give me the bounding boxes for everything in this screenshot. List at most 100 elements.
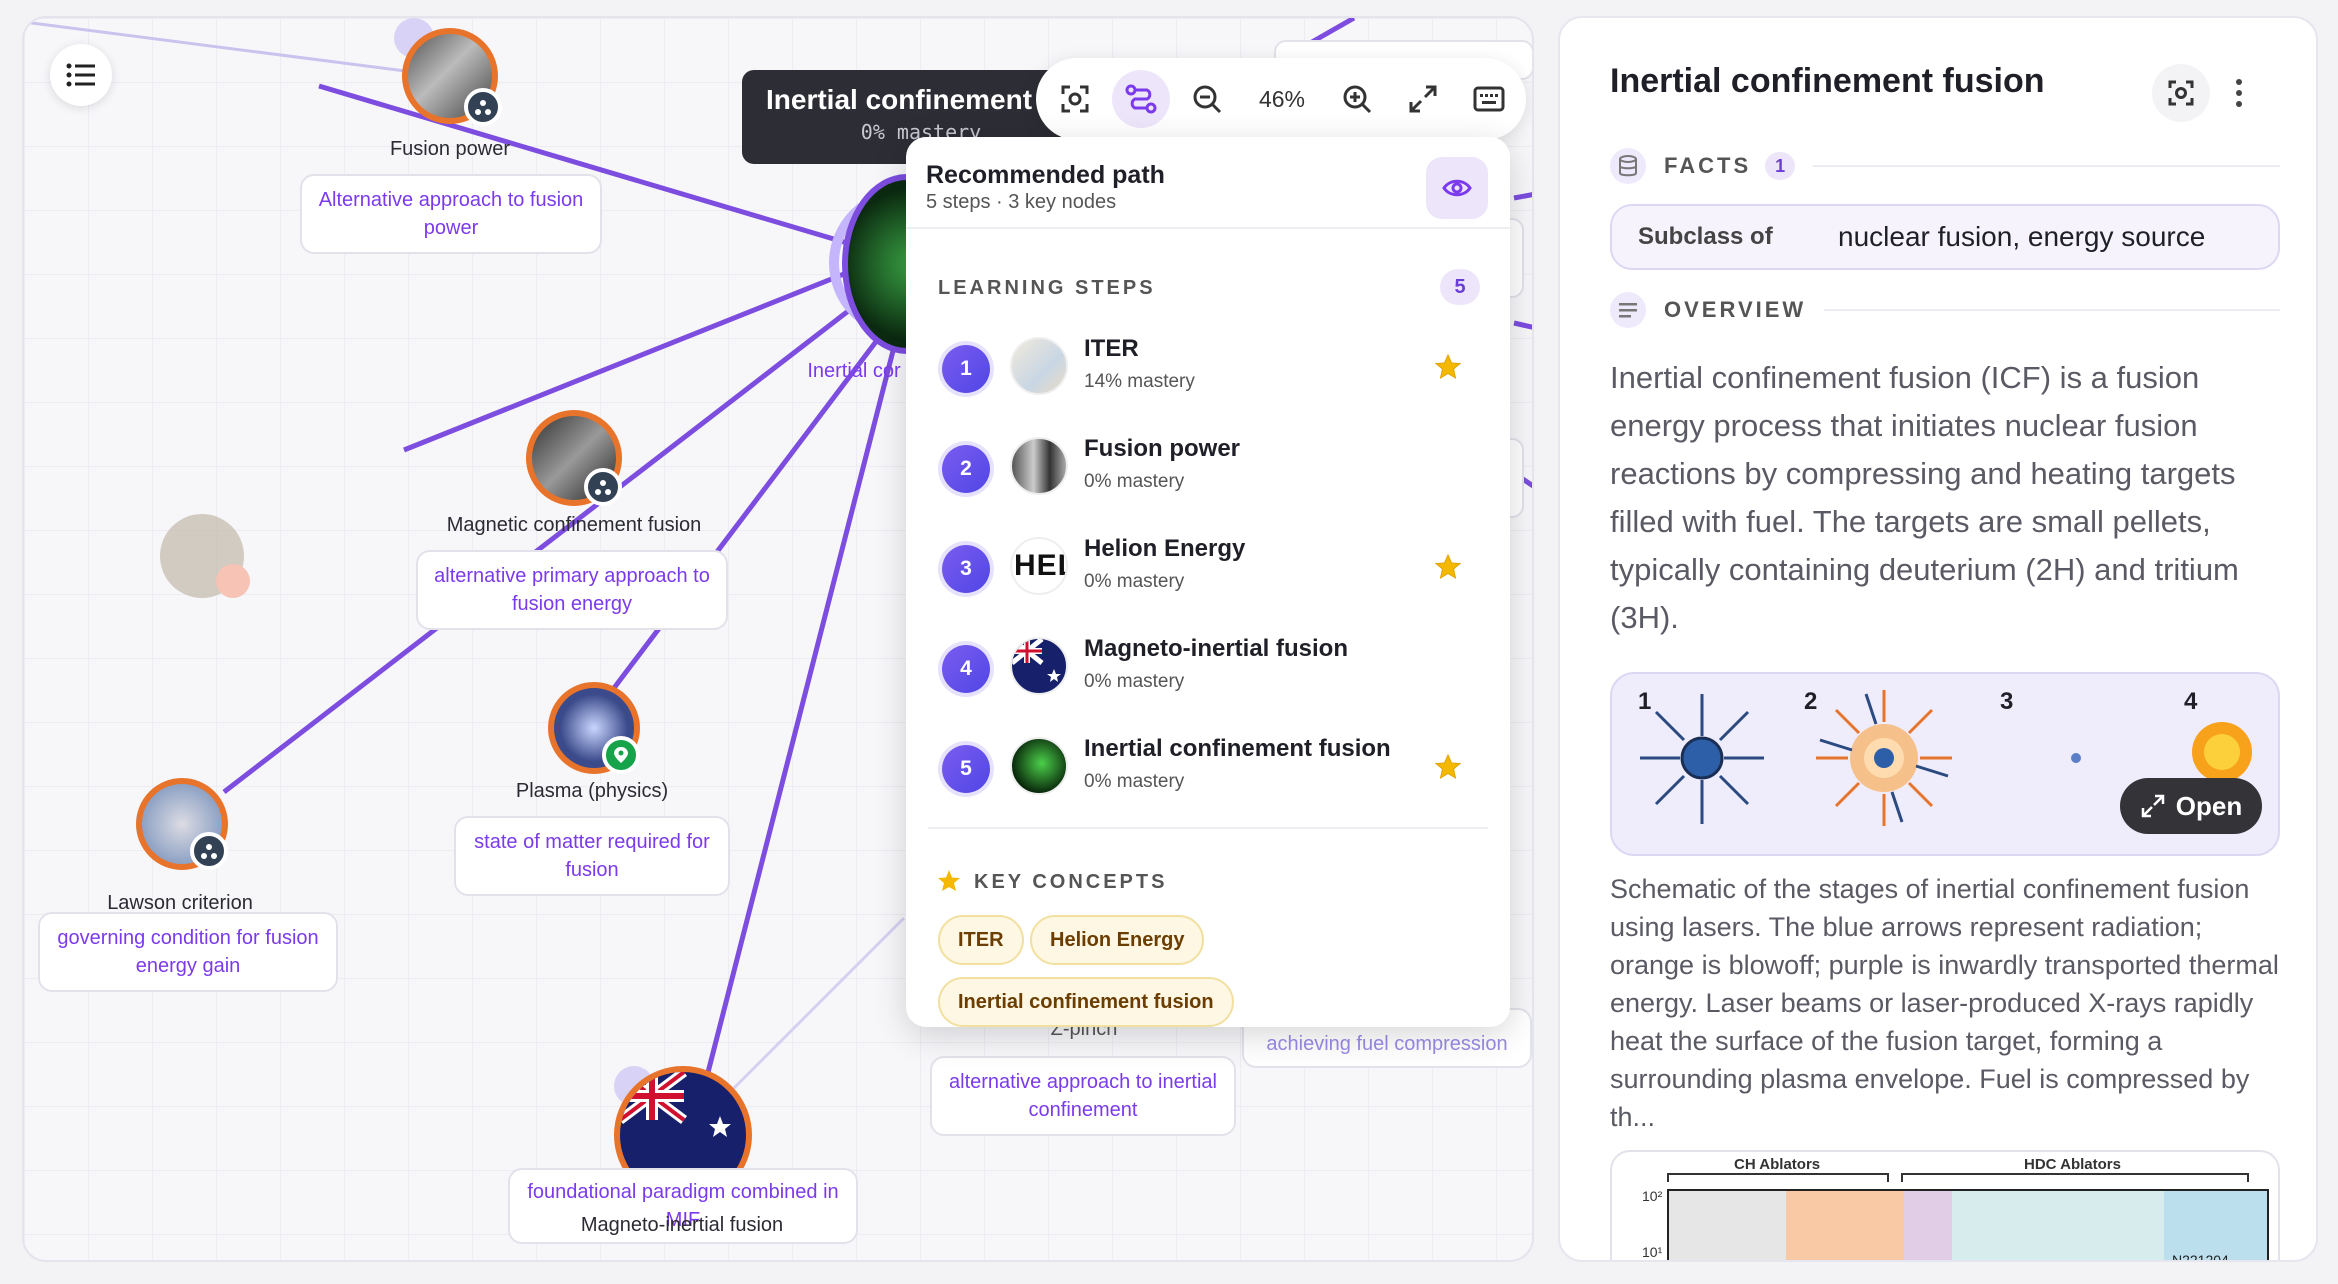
- step-name: Magneto-inertial fusion: [1084, 635, 1348, 662]
- path-button[interactable]: [1112, 70, 1170, 128]
- focus-icon: [1061, 85, 1089, 113]
- edge-label-magnetic[interactable]: alternative primary approach to fusion e…: [416, 550, 728, 630]
- node-label-center: Inertial cor: [807, 360, 901, 382]
- star-icon: [1434, 553, 1462, 580]
- step-name: Fusion power: [1084, 435, 1240, 462]
- facts-count: 1: [1765, 152, 1796, 180]
- concept-chip[interactable]: ITER: [938, 915, 1024, 965]
- step-mastery: 0% mastery: [1084, 471, 1185, 492]
- zoom-out-icon: [1193, 85, 1222, 114]
- step-thumbnail: [1010, 437, 1068, 495]
- hub-icon: [584, 468, 622, 506]
- chart-annotation: N221204: [2172, 1252, 2229, 1262]
- step-number: 5: [942, 745, 990, 793]
- focus-node-button[interactable]: [2152, 64, 2210, 122]
- edge-label-zpinch[interactable]: alternative approach to inertial confine…: [930, 1056, 1236, 1136]
- zoom-in-icon: [1343, 85, 1372, 114]
- ablator-chart: [1667, 1173, 2269, 1260]
- learning-step-5[interactable]: 5 Inertial confinement fusion 0% mastery: [942, 725, 1482, 815]
- zoom-level: 46%: [1258, 85, 1306, 112]
- australia-flag-icon: [1012, 639, 1061, 682]
- step-mastery: 14% mastery: [1084, 371, 1195, 392]
- detail-title: Inertial confinement fusion: [1610, 62, 2045, 100]
- fact-row[interactable]: Subclass of nuclear fusion, energy sourc…: [1610, 204, 2280, 270]
- knowledge-graph-canvas[interactable]: Fusion power Alternative approach to fus…: [22, 16, 1534, 1262]
- open-image-button[interactable]: Open: [2120, 778, 2262, 834]
- chart-image-card[interactable]: CH Ablators HDC Ablators 10² 10¹ N221204: [1610, 1150, 2280, 1262]
- step-mastery: 0% mastery: [1084, 571, 1185, 592]
- concept-chip[interactable]: Helion Energy: [1030, 915, 1205, 965]
- step-thumbnail: [1010, 637, 1068, 695]
- edge-label-fusion-power[interactable]: Alternative approach to fusion power: [300, 174, 602, 254]
- fact-value: nuclear fusion, energy source: [1838, 221, 2206, 252]
- fact-key: Subclass of: [1638, 223, 1773, 250]
- star-icon: [1434, 353, 1462, 380]
- graph-toolbar: 46%: [1036, 58, 1526, 140]
- step-name: ITER: [1084, 335, 1139, 362]
- facts-heading: FACTS: [1664, 153, 1752, 178]
- step-mastery: 0% mastery: [1084, 771, 1185, 792]
- divider: [928, 827, 1488, 829]
- edge-label-lawson[interactable]: governing condition for fusion energy ga…: [38, 912, 338, 992]
- eye-icon: [1442, 179, 1472, 197]
- detail-panel: Inertial confinement fusion FACTS 1 Subc…: [1558, 16, 2318, 1262]
- node-label-magneto: Magneto-inertial fusion: [580, 1214, 784, 1236]
- database-icon: [1610, 148, 1646, 184]
- node-label-magnetic: Magnetic confinement fusion: [446, 514, 702, 536]
- more-options-icon[interactable]: [2234, 78, 2244, 108]
- learning-step-3[interactable]: 3 HEL Helion Energy 0% mastery: [942, 525, 1482, 615]
- focus-icon: [2168, 80, 2194, 106]
- open-label: Open: [2175, 790, 2243, 821]
- star-icon: [1434, 753, 1462, 780]
- text-lines-icon: [1610, 292, 1646, 328]
- route-icon: [1125, 84, 1157, 114]
- facts-section-header: FACTS 1: [1610, 148, 2280, 184]
- learning-step-1[interactable]: 1 ITER 14% mastery: [942, 325, 1482, 415]
- list-icon: [66, 63, 95, 87]
- step-mastery: 0% mastery: [1084, 671, 1185, 692]
- learning-steps-count: 5: [1440, 269, 1480, 305]
- image-caption: Schematic of the stages of inertial conf…: [1610, 874, 2279, 1132]
- path-title: Recommended path: [926, 161, 1165, 189]
- step-number: 1: [942, 345, 990, 393]
- faded-node-badge: [216, 564, 250, 598]
- keyboard-shortcuts-button[interactable]: [1460, 70, 1518, 128]
- step-number: 4: [942, 645, 990, 693]
- toggle-path-visibility-button[interactable]: [1426, 157, 1488, 219]
- image-card[interactable]: 1 2 3 4 Open: [1610, 672, 2280, 856]
- overview-section-header: OVERVIEW: [1610, 292, 2280, 328]
- key-concepts-heading: KEY CONCEPTS: [974, 871, 1168, 893]
- divider: [1813, 165, 2280, 167]
- step-name: Inertial confinement fusion: [1084, 735, 1391, 762]
- zoom-out-button[interactable]: [1178, 70, 1236, 128]
- chart-ytick: 10²: [1642, 1188, 1663, 1204]
- list-menu-button[interactable]: [50, 44, 112, 106]
- learning-steps-heading: LEARNING STEPS: [938, 277, 1156, 299]
- location-icon: [602, 736, 640, 774]
- step-number: 3: [942, 545, 990, 593]
- path-panel-header: Recommended path 5 steps · 3 key nodes: [906, 137, 1510, 229]
- hub-icon: [190, 832, 228, 870]
- expand-icon: [1409, 85, 1437, 113]
- zoom-in-button[interactable]: [1328, 70, 1386, 128]
- hub-icon: [464, 88, 502, 126]
- step-thumbnail: [1010, 737, 1068, 795]
- step-name: Helion Energy: [1084, 535, 1246, 562]
- recommended-path-panel: Recommended path 5 steps · 3 key nodes L…: [906, 137, 1510, 1027]
- fullscreen-button[interactable]: [1394, 70, 1452, 128]
- concept-chip[interactable]: Inertial confinement fusion: [938, 977, 1234, 1027]
- learning-step-2[interactable]: 2 Fusion power 0% mastery: [942, 425, 1482, 515]
- overview-heading: OVERVIEW: [1664, 297, 1807, 322]
- overview-text: Inertial confinement fusion (ICF) is a f…: [1610, 360, 2239, 635]
- chart-ytick: 10¹: [1642, 1244, 1663, 1260]
- divider: [1824, 309, 2280, 311]
- node-label-plasma: Plasma (physics): [515, 780, 669, 802]
- edge-label-plasma[interactable]: state of matter required for fusion: [454, 816, 730, 896]
- star-icon: [938, 870, 960, 891]
- keyboard-icon: [1473, 86, 1505, 112]
- focus-button[interactable]: [1046, 70, 1104, 128]
- node-label-fusion-power: Fusion power: [389, 138, 511, 160]
- path-subtitle: 5 steps · 3 key nodes: [926, 191, 1117, 213]
- step-number: 2: [942, 445, 990, 493]
- learning-step-4[interactable]: 4 Magneto-inertial fusion 0% mastery: [942, 625, 1482, 715]
